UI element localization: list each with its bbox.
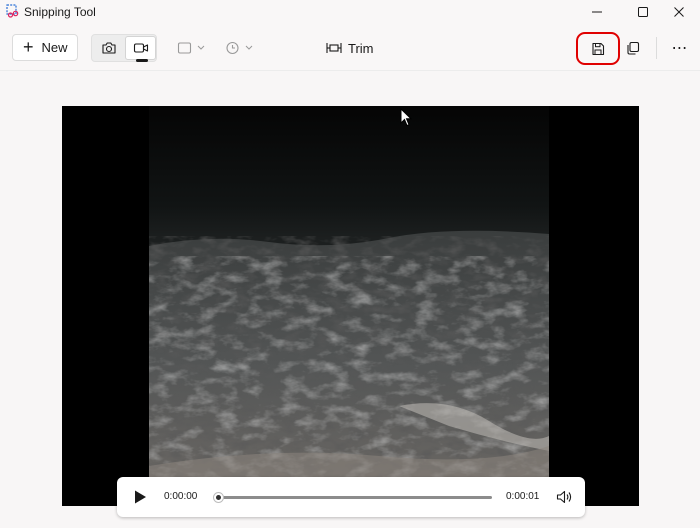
- video-mode-button[interactable]: [125, 36, 156, 62]
- play-icon[interactable]: [131, 488, 149, 506]
- rectangle-snip-icon: [177, 42, 192, 54]
- close-icon: [674, 7, 684, 17]
- save-icon: [592, 42, 605, 55]
- trim-label: Trim: [348, 40, 374, 56]
- video-preview[interactable]: [62, 106, 639, 506]
- copy-icon: [627, 41, 640, 55]
- video-frame-image: [149, 106, 549, 506]
- capture-mode-toggle: [91, 34, 157, 62]
- chevron-down-icon: [197, 45, 205, 50]
- copy-button[interactable]: [622, 38, 644, 58]
- snip-shape-dropdown[interactable]: [177, 38, 205, 58]
- more-options-button[interactable]: ⋯: [668, 38, 692, 58]
- total-time: 0:00:01: [506, 491, 540, 502]
- trim-icon: [326, 43, 342, 53]
- chevron-down-icon: [245, 45, 253, 50]
- more-icon: ⋯: [671, 40, 689, 57]
- video-camera-icon: [133, 43, 148, 53]
- window-title: Snipping Tool: [24, 5, 96, 19]
- new-button-label: New: [41, 40, 68, 55]
- trim-button[interactable]: Trim: [326, 38, 374, 58]
- video-player-controls: 0:00:00 0:00:01: [117, 477, 585, 517]
- selected-indicator: [136, 59, 148, 62]
- volume-icon[interactable]: [555, 488, 573, 506]
- camera-icon: [101, 42, 116, 54]
- maximize-icon: [638, 7, 648, 17]
- plus-icon: +: [23, 36, 34, 57]
- minimize-button[interactable]: [574, 0, 620, 24]
- clock-icon: [226, 41, 239, 55]
- current-time: 0:00:00: [164, 491, 198, 502]
- toolbar: + New Trim ⋯: [0, 24, 700, 70]
- timer-dropdown[interactable]: [225, 38, 253, 58]
- title-bar: Snipping Tool: [0, 0, 700, 24]
- seek-bar[interactable]: [217, 496, 492, 499]
- snipping-tool-app-icon: [6, 4, 19, 18]
- new-button[interactable]: + New: [12, 34, 78, 61]
- screenshot-mode-button[interactable]: [93, 36, 124, 60]
- save-button[interactable]: [576, 32, 620, 65]
- close-button[interactable]: [656, 0, 700, 24]
- seek-thumb[interactable]: [213, 492, 224, 503]
- minimize-icon: [592, 11, 602, 13]
- toolbar-divider: [656, 37, 657, 59]
- mouse-cursor-icon: [400, 108, 413, 127]
